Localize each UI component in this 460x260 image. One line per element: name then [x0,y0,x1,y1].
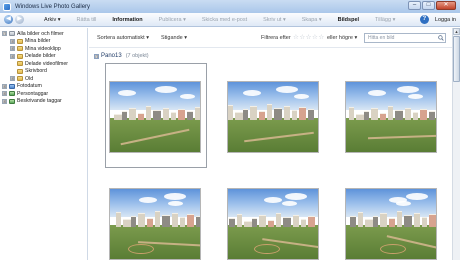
minimize-button[interactable]: – [408,1,421,10]
scroll-thumb[interactable] [453,36,460,82]
nav-item-label: Mina videoklipp [25,45,61,52]
forward-icon[interactable]: ▶ [15,15,24,24]
menu-item[interactable]: Skapa ▾ [294,17,330,23]
nav-item-label: Skrivbord [25,68,47,75]
help-icon[interactable]: ? [419,15,429,24]
nav-item[interactable]: ⊞ Delade bilder [0,53,87,61]
expander-icon[interactable]: ⊞ [10,76,15,82]
menu: Arkiv ▾ Rätta till Information Publicera ▾ S… [36,17,403,23]
folder-icon [17,53,23,59]
menu-item[interactable]: Tillägg ▾ [367,17,403,23]
nav-item-label: Old [25,75,34,82]
menu-item[interactable]: Publicera ▾ [151,17,194,23]
folder-icon [17,68,23,74]
menu-item[interactable]: Information [104,17,150,23]
folder-icon [9,91,15,97]
menu-item[interactable]: Rätta till [69,17,105,23]
sort-dropdown[interactable]: Sortera automatiskt ▾ [97,35,149,41]
scroll-up-icon[interactable]: ▲ [453,28,460,35]
nav-item-label: Beskrivande taggar [17,98,62,105]
expander-icon[interactable]: ⊞ [10,46,15,52]
menu-item[interactable]: Arkiv ▾ [36,17,69,23]
folder-icon [9,83,15,89]
nav-item[interactable]: Delade videofilmer [0,60,87,68]
group-count: (7 objekt) [125,53,149,59]
search-placeholder: Hitta en bild [368,35,395,41]
rating-filter[interactable]: ☆ ☆ ☆ ☆ ☆ [293,34,324,41]
window-controls: – □ ✕ [408,1,456,10]
photo-thumbnail[interactable] [227,81,319,153]
nav-item[interactable]: Skrivbord [0,68,87,76]
group-name: Pano13 [101,53,122,59]
nav-item[interactable]: ⊞ Beskrivande taggar [0,98,87,106]
content-toolbar: Sortera automatiskt ▾ Stigande ▾ Filtrer… [89,28,452,48]
search-icon[interactable] [438,35,444,41]
menu-bar: ◀ ▶ Arkiv ▾ Rätta till Information Publicer… [0,13,460,27]
nav-item-label: Delade videofilmer [25,60,68,67]
star-icon[interactable]: ☆ [312,34,318,41]
folder-icon [17,61,23,67]
close-button[interactable]: ✕ [436,1,456,10]
photo-thumbnail[interactable] [109,81,201,153]
star-icon[interactable]: ☆ [306,34,312,41]
star-icon[interactable]: ☆ [299,34,305,41]
app-icon [3,2,11,11]
expander-icon [10,69,15,74]
expander-icon[interactable]: ⊞ [2,98,7,104]
star-icon[interactable]: ☆ [293,34,299,41]
nav-item-label: Mina bilder [25,38,51,45]
sort-order-dropdown[interactable]: Stigande ▾ [161,35,187,41]
nav-item[interactable]: ⊞ Mina bilder [0,38,87,46]
nav-item[interactable]: ⊞ Old [0,75,87,83]
nav-item-label: Delade bilder [25,53,56,60]
maximize-button[interactable]: □ [422,1,435,10]
nav-item-label: Alla bilder och filmer [17,30,64,37]
nav-item[interactable]: ⊟ Alla bilder och filmer [0,30,87,38]
star-icon[interactable]: ☆ [318,34,324,41]
title-bar: Windows Live Photo Gallery – □ ✕ [0,0,460,13]
nav-item[interactable]: ⊞ Fotodatum [0,83,87,91]
nav-item-label: Fotodatum [17,83,42,90]
folder-icon [17,76,23,82]
expander-icon[interactable]: ⊞ [2,83,7,89]
vertical-scrollbar[interactable]: ▲ [452,28,460,260]
photo-thumbnail[interactable] [227,188,319,260]
nav-item[interactable]: ⊞ Persontaggar [0,90,87,98]
expander-icon[interactable]: ⊞ [2,91,7,97]
folder-icon [9,31,15,37]
nav-item-label: Persontaggar [17,90,49,97]
photo-thumbnail[interactable] [345,81,437,153]
menu-item[interactable]: Skriv ut ▾ [255,17,294,23]
expander-icon[interactable]: ⊞ [10,53,15,59]
folder-icon [17,46,23,52]
folder-icon [9,98,15,104]
menu-item[interactable]: Skicka med e-post [194,17,255,23]
group-header[interactable]: ⊟ Pano13 (7 objekt) [94,53,149,59]
photo-thumbnail[interactable] [109,188,201,260]
filter-label: Filtrera efter [261,35,291,41]
login-link[interactable]: Logga in [435,17,456,23]
expander-icon[interactable]: ⊞ [10,38,15,44]
folder-icon [17,38,23,44]
menu-right: ? Logga in [419,15,456,24]
expander-icon[interactable]: ⊟ [2,31,7,37]
window-title: Windows Live Photo Gallery [15,3,91,10]
navigation-tree: ⊟ Alla bilder och filmer ⊞ Mina bilder ⊞ Mina… [0,28,88,260]
back-icon[interactable]: ◀ [4,15,13,24]
photo-thumbnail[interactable] [345,188,437,260]
search-input[interactable]: Hitta en bild [364,33,446,43]
filter-higher-dropdown[interactable]: eller högre ▾ [327,35,357,41]
expander-icon [10,61,15,66]
menu-item[interactable]: Bildspel [330,17,367,23]
collapse-icon[interactable]: ⊟ [94,53,99,59]
nav-item[interactable]: ⊞ Mina videoklipp [0,45,87,53]
